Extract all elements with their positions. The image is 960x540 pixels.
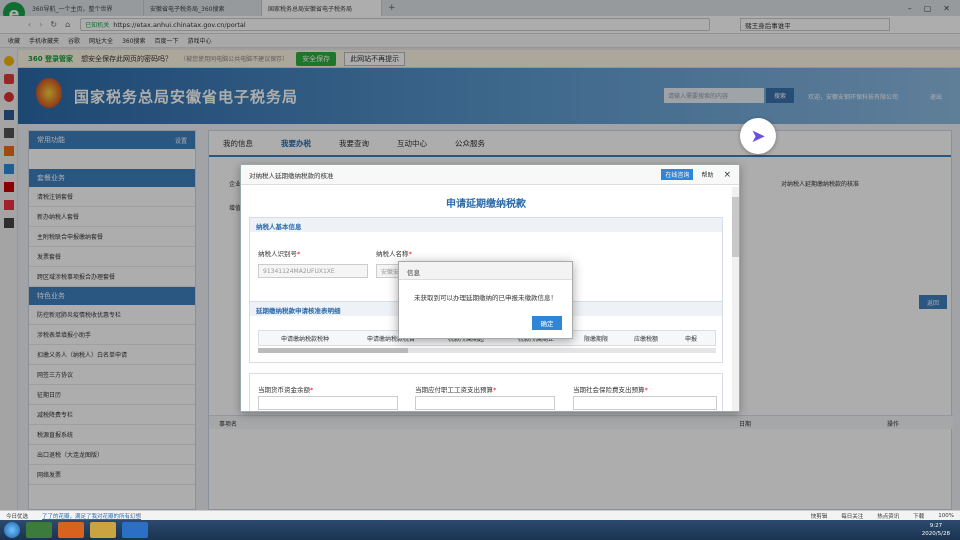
social-budget-label: 当期社会保险费支出预算*: [573, 386, 648, 394]
taxpayer-name-label: 纳税人名称*: [376, 250, 412, 258]
online-consult-button[interactable]: 在线咨询: [661, 169, 694, 180]
column-header: 申请缴纳税款税种: [280, 335, 329, 343]
assistant-bird-icon[interactable]: ➤: [740, 118, 776, 154]
status-item[interactable]: 热点资讯: [877, 512, 899, 520]
cash-balance-field[interactable]: [258, 396, 398, 410]
status-item[interactable]: 每日关注: [841, 512, 863, 520]
windows-taskbar: 9:27 2020/5/28: [0, 520, 960, 540]
dialog-titlebar: 对纳税人延期缴纳税款的核准 在线咨询 帮助 ×: [241, 165, 739, 185]
zoom-level[interactable]: 100%: [938, 513, 960, 519]
taskbar-folder-icon[interactable]: [90, 522, 116, 538]
status-item[interactable]: 下载: [913, 512, 924, 520]
taskbar-360-icon[interactable]: [26, 522, 52, 538]
horizontal-scrollbar[interactable]: [258, 348, 716, 353]
info-alert-dialog: 信息 未获取到可以办理延期缴纳的已申报未缴款信息！ 确定: [398, 261, 573, 339]
social-budget-field[interactable]: [573, 396, 717, 410]
start-button-icon[interactable]: [4, 522, 20, 538]
column-header: 应缴税额: [633, 335, 658, 343]
column-header: 限缴期限: [583, 335, 608, 343]
dialog-title: 对纳税人延期缴纳税款的核准: [249, 171, 334, 180]
help-button[interactable]: 帮助: [701, 170, 713, 179]
wage-budget-label: 当期应付职工工资支出预算*: [415, 386, 497, 394]
status-link[interactable]: 了了的花瓣，满足了我对花瓣的所有幻想: [42, 512, 141, 520]
ok-button[interactable]: 确定: [532, 316, 562, 330]
taskbar-word-icon[interactable]: [122, 522, 148, 538]
taxpayer-id-field[interactable]: [258, 264, 368, 278]
section-title: 纳税人基本信息: [250, 218, 722, 232]
cash-balance-label: 当期货币资金余额*: [258, 386, 314, 394]
taxpayer-id-label: 纳税人识别号*: [258, 250, 301, 258]
wage-budget-field[interactable]: [415, 396, 555, 410]
alert-title: 信息: [399, 262, 572, 280]
taskbar-firefox-icon[interactable]: [58, 522, 84, 538]
column-header: 申报: [684, 335, 697, 343]
status-today[interactable]: 今日优选: [6, 512, 28, 520]
status-item[interactable]: 快剪辑: [811, 512, 828, 520]
clock: 9:27 2020/5/28: [922, 522, 960, 538]
budget-section: 当期货币资金余额* 当期应付职工工资支出预算* 当期社会保险费支出预算*: [249, 373, 723, 411]
clock-time: 9:27: [929, 523, 943, 529]
browser-status-bar: 今日优选 了了的花瓣，满足了我对花瓣的所有幻想 快剪辑 每日关注 热点资讯 下载…: [0, 510, 960, 520]
form-title: 申请延期缴纳税款: [446, 199, 526, 210]
clock-date: 2020/5/28: [921, 531, 950, 537]
dialog-scrollbar[interactable]: [732, 187, 739, 411]
alert-message: 未获取到可以办理延期缴纳的已申报未缴款信息！: [414, 294, 557, 302]
close-icon[interactable]: ×: [723, 170, 731, 180]
